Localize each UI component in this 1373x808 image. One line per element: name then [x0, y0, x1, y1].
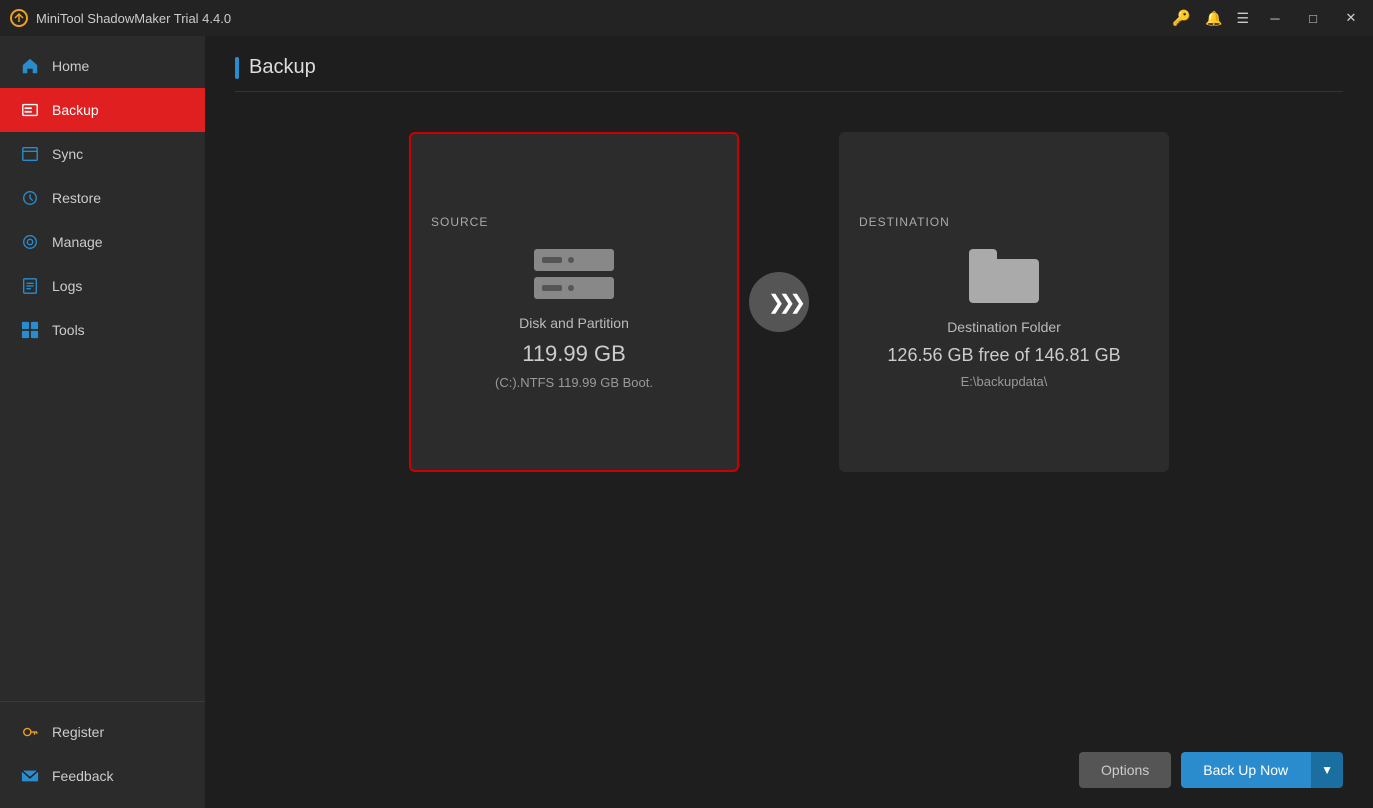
sidebar-item-restore[interactable]: Restore — [0, 176, 205, 220]
key-icon[interactable]: 🔑 — [1172, 9, 1191, 27]
backup-now-button[interactable]: Back Up Now — [1181, 752, 1310, 788]
close-button[interactable]: ✕ — [1339, 6, 1363, 30]
window-controls: 🔑 🔔 ☰ ─ □ ✕ — [1172, 6, 1363, 30]
sync-icon — [20, 144, 40, 164]
sidebar: Home Backup — [0, 36, 205, 808]
menu-icon[interactable]: ☰ — [1236, 10, 1249, 27]
backup-icon — [20, 100, 40, 120]
source-size: 119.99 GB — [522, 341, 626, 367]
disk-stripe-1 — [534, 249, 614, 271]
disk-stripe-2 — [534, 277, 614, 299]
destination-label: DESTINATION — [859, 215, 950, 229]
bell-icon[interactable]: 🔔 — [1205, 10, 1222, 27]
source-card[interactable]: SOURCE Disk and Partition 119.99 GB (C:)… — [409, 132, 739, 472]
sidebar-item-manage[interactable]: Manage — [0, 220, 205, 264]
sidebar-label-restore: Restore — [52, 190, 101, 206]
footer-buttons: Options Back Up Now ▼ — [1079, 752, 1343, 788]
feedback-icon — [20, 766, 40, 786]
title-bar: MiniTool ShadowMaker Trial 4.4.0 🔑 🔔 ☰ ─… — [0, 0, 1373, 36]
tools-icon — [20, 320, 40, 340]
sidebar-item-logs[interactable]: Logs — [0, 264, 205, 308]
sidebar-label-sync: Sync — [52, 146, 83, 162]
folder-icon — [969, 249, 1039, 303]
app-title: MiniTool ShadowMaker Trial 4.4.0 — [36, 11, 1172, 26]
destination-card[interactable]: DESTINATION Destination Folder 126.56 GB… — [839, 132, 1169, 472]
folder-body — [969, 259, 1039, 303]
logs-icon — [20, 276, 40, 296]
chevron-right-icon: ❯❯❯ — [762, 290, 800, 315]
destination-detail: E:\backupdata\ — [961, 374, 1048, 389]
sidebar-bottom: Register Feedback — [0, 701, 205, 808]
sidebar-item-tools[interactable]: Tools — [0, 308, 205, 352]
arrow-button: ❯❯❯ — [749, 272, 809, 332]
destination-type-label: Destination Folder — [947, 319, 1061, 335]
maximize-button[interactable]: □ — [1301, 6, 1325, 30]
options-button[interactable]: Options — [1079, 752, 1171, 788]
sidebar-label-tools: Tools — [52, 322, 85, 338]
sidebar-item-backup[interactable]: Backup — [0, 88, 205, 132]
home-icon — [20, 56, 40, 76]
minimize-button[interactable]: ─ — [1263, 6, 1287, 30]
backup-cards: SOURCE Disk and Partition 119.99 GB (C:)… — [235, 132, 1343, 472]
sidebar-item-home[interactable]: Home — [0, 44, 205, 88]
sidebar-label-feedback: Feedback — [52, 768, 113, 784]
disk-icon — [534, 249, 614, 299]
app-icon — [10, 9, 28, 27]
app-body: Home Backup — [0, 36, 1373, 808]
sidebar-label-register: Register — [52, 724, 104, 740]
sidebar-label-home: Home — [52, 58, 89, 74]
sidebar-label-manage: Manage — [52, 234, 103, 250]
sidebar-item-register[interactable]: Register — [0, 710, 205, 754]
sidebar-label-logs: Logs — [52, 278, 82, 294]
sidebar-nav: Home Backup — [0, 36, 205, 701]
page-header: Backup — [235, 56, 1343, 92]
source-type-label: Disk and Partition — [519, 315, 629, 331]
sidebar-item-feedback[interactable]: Feedback — [0, 754, 205, 798]
sidebar-label-backup: Backup — [52, 102, 99, 118]
destination-size: 126.56 GB free of 146.81 GB — [887, 345, 1120, 366]
source-label: SOURCE — [431, 215, 488, 229]
header-bar-accent — [235, 57, 239, 79]
backup-now-group: Back Up Now ▼ — [1181, 752, 1343, 788]
restore-icon — [20, 188, 40, 208]
backup-now-dropdown[interactable]: ▼ — [1310, 752, 1343, 788]
manage-icon — [20, 232, 40, 252]
key-icon — [20, 722, 40, 742]
content-area: Backup SOURCE Disk and Partition 119.99 … — [205, 36, 1373, 808]
source-detail: (C:).NTFS 119.99 GB Boot. — [495, 375, 653, 390]
page-title: Backup — [249, 56, 316, 79]
sidebar-item-sync[interactable]: Sync — [0, 132, 205, 176]
